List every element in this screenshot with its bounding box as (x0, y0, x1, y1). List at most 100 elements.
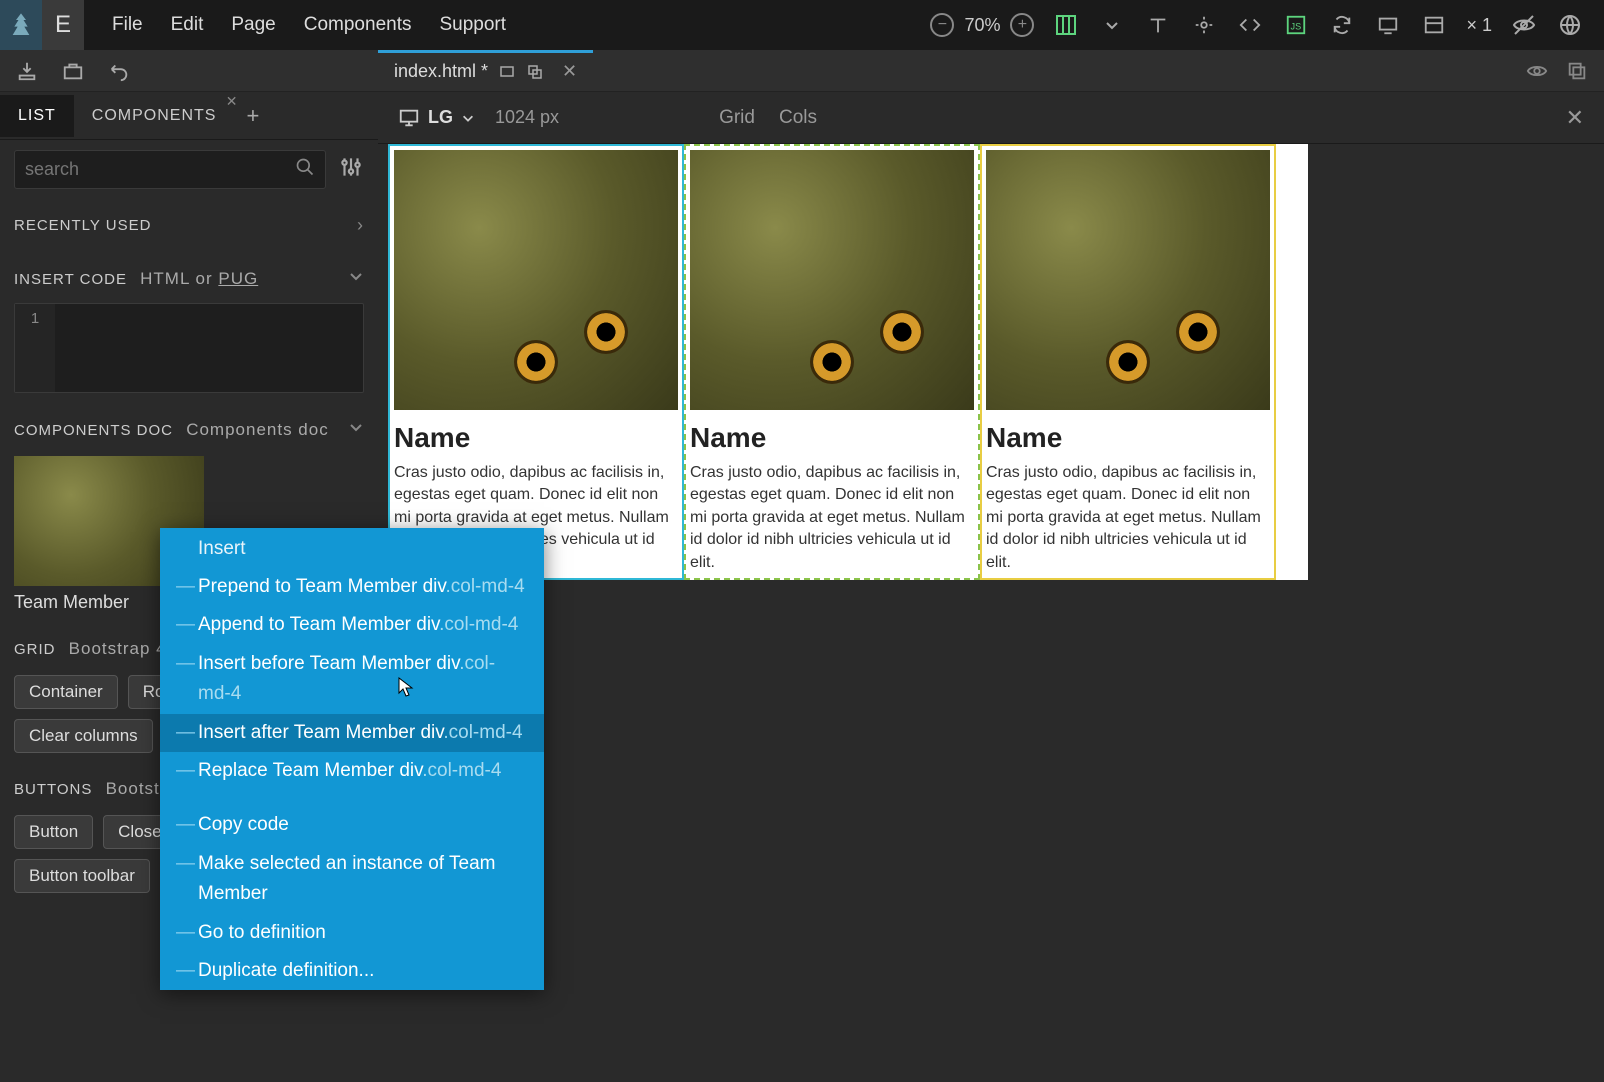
canvas-header: LG 1024 px Grid Cols ✕ (378, 92, 1604, 144)
ctx-goto-definition[interactable]: Go to definition (160, 914, 544, 952)
duplicate-small-icon[interactable] (526, 63, 544, 81)
ctx-make-instance[interactable]: Make selected an instance of Team Member (160, 845, 544, 914)
menu-page[interactable]: Page (231, 14, 275, 36)
menu-edit[interactable]: Edit (171, 14, 204, 36)
eye-icon[interactable] (1524, 58, 1550, 84)
canvas-close-icon[interactable]: ✕ (1566, 105, 1584, 131)
import-icon[interactable] (14, 58, 40, 84)
canvas-viewport[interactable]: Name Cras justo odio, dapibus ac facilis… (378, 144, 1604, 1082)
chevron-down-icon (348, 419, 364, 440)
breakpoint-selector[interactable]: LG (398, 107, 475, 129)
briefcase-icon[interactable] (60, 58, 86, 84)
menu-components[interactable]: Components (304, 14, 412, 36)
search-row (0, 140, 378, 199)
menu-file[interactable]: File (112, 14, 143, 36)
refresh-icon[interactable] (1328, 11, 1356, 39)
sidebar-tab-components[interactable]: COMPONENTS ✕ (74, 95, 235, 137)
chevron-right-icon: › (357, 215, 364, 236)
top-menu-bar: E File Edit Page Components Support − 70… (0, 0, 1604, 50)
section-components-doc-sub: Components doc (186, 420, 329, 439)
card-team-member-3[interactable]: Name Cras justo odio, dapibus ac facilis… (980, 144, 1276, 580)
sidebar-add-tab-button[interactable]: + (246, 103, 259, 129)
card-title: Name (690, 422, 974, 454)
section-components-doc-label: COMPONENTS DOC (14, 422, 173, 439)
app-mode-badge[interactable]: E (42, 0, 84, 50)
ctx-copy-code[interactable]: Copy code (160, 806, 544, 844)
ctx-append[interactable]: Append to Team Member div.col-md-4 (160, 606, 544, 644)
card-title: Name (394, 422, 678, 454)
js-tool-icon[interactable]: JS (1282, 11, 1310, 39)
visibility-icon[interactable] (1510, 11, 1538, 39)
section-insert-code-sub: HTML or PUG (140, 269, 258, 288)
ctx-insert-before[interactable]: Insert before Team Member div.col-md-4 (160, 645, 544, 714)
card-text: Cras justo odio, dapibus ac facilisis in… (690, 462, 974, 574)
text-tool-icon[interactable] (1144, 11, 1172, 39)
section-insert-code-label: INSERT CODE (14, 271, 127, 288)
card-team-member-2[interactable]: Name Cras justo odio, dapibus ac facilis… (684, 144, 980, 580)
chevron-down-icon (461, 111, 475, 125)
main-menu: File Edit Page Components Support (112, 14, 506, 36)
zoom-level: 70% (964, 15, 1000, 36)
device-preview-icon[interactable] (1374, 11, 1402, 39)
search-icon[interactable] (295, 157, 315, 182)
settings-globe-icon[interactable] (1556, 11, 1584, 39)
sidebar-tab-close-icon[interactable]: ✕ (226, 93, 239, 110)
layout-tool-icon[interactable] (1052, 11, 1080, 39)
context-menu-header: Insert (160, 528, 544, 568)
chip-button[interactable]: Button (14, 815, 93, 849)
chip-button-toolbar[interactable]: Button toolbar (14, 859, 150, 893)
tab-close-icon[interactable]: ✕ (562, 61, 577, 82)
section-grid-label: GRID (14, 641, 56, 658)
ctx-replace[interactable]: Replace Team Member div.col-md-4 (160, 752, 544, 790)
copy-icon[interactable] (1564, 58, 1590, 84)
page-preview[interactable]: Name Cras justo odio, dapibus ac facilis… (388, 144, 1308, 580)
pinecone-icon (11, 11, 31, 39)
code-editor[interactable]: 1 (14, 303, 364, 393)
ctx-duplicate-definition[interactable]: Duplicate definition... (160, 952, 544, 990)
tab-index-html[interactable]: index.html * ✕ (378, 50, 593, 90)
search-input[interactable] (25, 159, 295, 180)
canvas-grid-toggle[interactable]: Grid (719, 107, 755, 129)
breakpoint-name: LG (428, 107, 453, 128)
ctx-prepend[interactable]: Prepend to Team Member div.col-md-4 (160, 568, 544, 606)
card-text: Cras justo odio, dapibus ac facilisis in… (986, 462, 1270, 574)
section-insert-code[interactable]: INSERT CODE HTML or PUG (14, 262, 364, 295)
card-team-member-1[interactable]: Name Cras justo odio, dapibus ac facilis… (388, 144, 684, 580)
multiplier-label: × 1 (1466, 15, 1492, 36)
sidebar-tabs: LIST COMPONENTS ✕ + (0, 92, 378, 140)
chip-clear-columns[interactable]: Clear columns (14, 719, 153, 753)
canvas-cols-toggle[interactable]: Cols (779, 107, 817, 129)
breakpoint-size: 1024 px (495, 107, 559, 128)
click-tool-icon[interactable] (1190, 11, 1218, 39)
chevron-down-icon (348, 268, 364, 289)
panels-icon[interactable] (1420, 11, 1448, 39)
code-body[interactable] (55, 304, 363, 392)
card-image (986, 150, 1270, 410)
card-title: Name (986, 422, 1270, 454)
pug-link[interactable]: PUG (218, 269, 258, 288)
chip-container[interactable]: Container (14, 675, 118, 709)
section-recently-used[interactable]: RECENTLY USED › (14, 209, 364, 242)
sidebar-tab-list[interactable]: LIST (0, 95, 74, 137)
menu-support[interactable]: Support (439, 14, 506, 36)
app-logo-pinegrow[interactable] (0, 0, 42, 50)
section-components-doc[interactable]: COMPONENTS DOC Components doc (14, 413, 364, 446)
zoom-in-button[interactable]: + (1010, 13, 1034, 37)
search-box[interactable] (14, 150, 326, 189)
mouse-cursor-icon (398, 677, 416, 704)
undo-icon[interactable] (106, 58, 132, 84)
zoom-controls: − 70% + (930, 13, 1034, 37)
device-small-icon[interactable] (498, 63, 516, 81)
filter-settings-icon[interactable] (338, 154, 364, 185)
secondary-toolbar (0, 50, 1604, 92)
card-image (394, 150, 678, 410)
canvas-area: LG 1024 px Grid Cols ✕ Name Cras justo o… (378, 92, 1604, 1082)
code-tool-icon[interactable] (1236, 11, 1264, 39)
file-tab-bar: index.html * ✕ (378, 50, 593, 90)
section-recently-used-label: RECENTLY USED (14, 217, 151, 234)
ctx-insert-after[interactable]: Insert after Team Member div.col-md-4 (160, 714, 544, 752)
chevron-down-icon[interactable] (1098, 11, 1126, 39)
card-image (690, 150, 974, 410)
tab-label: index.html * (394, 61, 488, 82)
zoom-out-button[interactable]: − (930, 13, 954, 37)
